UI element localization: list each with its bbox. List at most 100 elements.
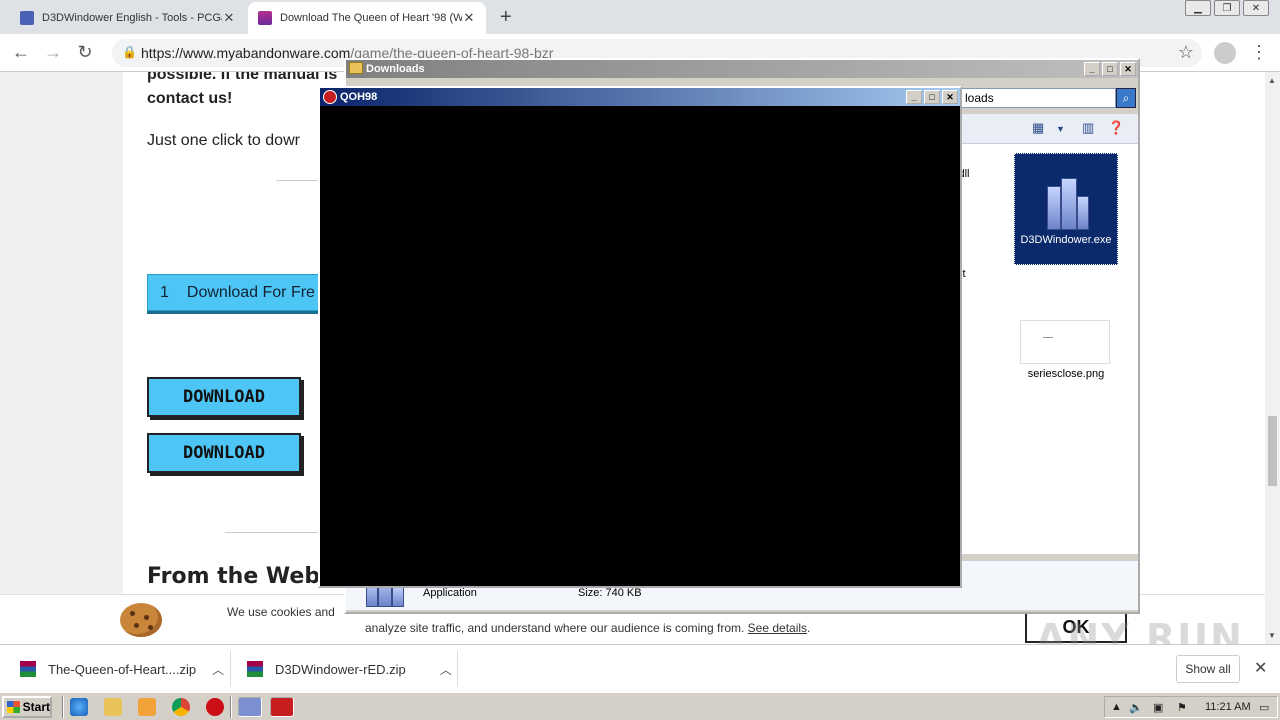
show-desktop-icon[interactable]: ▭ [1259,701,1269,714]
new-tab-button[interactable]: + [500,6,512,29]
one-click-text: Just one click to dowr [147,132,300,149]
back-arrow-icon[interactable]: ← [10,42,32,63]
minimize-button[interactable]: ▁ [1185,0,1211,16]
volume-icon[interactable]: 🔈 [1129,701,1143,714]
file-name: t [962,268,966,280]
tab-title: Download The Queen of Heart '98 (W [280,12,462,24]
download-item-queen-of-heart-zip[interactable]: The-Queen-of-Heart....zip ︿ [20,645,224,693]
action-center-flag-icon[interactable]: ⚑ [1177,701,1187,714]
cookie-icon [120,603,162,637]
internet-explorer-icon[interactable] [70,698,88,716]
close-button[interactable]: ✕ [942,90,958,104]
cookie-text: We use cookies and [227,605,335,619]
file-item-d3dwindower-exe[interactable]: D3DWindower.exe [1014,153,1118,265]
close-button[interactable]: ✕ [1120,62,1136,76]
search-icon[interactable]: ⌕ [1116,88,1136,108]
tray-expand-icon[interactable]: ▲ [1111,701,1122,713]
winrar-archive-icon [247,661,263,677]
chrome-icon[interactable] [172,698,190,716]
chevron-down-icon[interactable]: ▼ [1056,124,1065,134]
close-window-button[interactable]: ✕ [1243,0,1269,16]
forward-arrow-icon[interactable]: → [42,42,64,63]
file-name: seriesclose.png [1027,368,1105,380]
explorer-window-controls: _ □ ✕ [1082,62,1136,76]
system-tray: ▲ 🔈 ▣ ⚑ 11:21 AM ▭ [1104,696,1278,718]
game-titlebar[interactable]: QOH98 _ □ ✕ [320,88,960,106]
media-player-icon[interactable] [138,698,156,716]
step-number: 1 [160,283,169,301]
download-filename: D3DWindower-rED.zip [275,661,406,677]
chevron-up-icon[interactable]: ︿ [212,661,224,678]
show-all-button[interactable]: Show all [1176,655,1240,683]
network-icon[interactable]: ▣ [1153,701,1163,714]
page-scrollbar[interactable]: ▲ ▼ [1265,72,1280,644]
chevron-up-icon[interactable]: ︿ [440,661,452,678]
tab-queen-of-heart[interactable]: Download The Queen of Heart '98 (W ✕ [248,2,486,34]
download-item-d3dwindower-zip[interactable]: D3DWindower-rED.zip ︿ [247,645,452,693]
search-input[interactable]: loads [960,88,1116,108]
menu-kebab-icon[interactable]: ⋮ [1248,42,1270,63]
url-host: https://www.myabandonware.com [141,45,351,61]
maximize-button[interactable]: □ [924,90,940,104]
manual-text: possible. If the manual is [147,72,338,83]
preview-pane-icon[interactable]: ▥ [1082,120,1094,136]
help-icon[interactable]: ❓ [1108,120,1124,136]
tab-title: D3DWindower English - Tools - PCGa [42,12,222,24]
windows-logo-icon [7,701,20,713]
explorer-task-icon[interactable] [238,697,262,717]
start-button[interactable]: Start [2,696,52,718]
winrar-archive-icon [20,661,36,677]
divider [457,651,458,687]
application-icon [1041,174,1091,230]
scroll-down-icon[interactable]: ▼ [1268,631,1276,640]
download-for-free-label: Download For Fre [186,283,315,301]
tab-strip: D3DWindower English - Tools - PCGa ✕ Dow… [0,0,1280,34]
pcgamingwiki-favicon-icon [20,11,34,25]
folder-icon[interactable] [104,698,122,716]
image-thumbnail-icon [1020,320,1110,364]
file-name: D3DWindower.exe [1020,234,1112,246]
download-button-1[interactable]: DOWNLOAD [147,377,301,417]
lock-icon: 🔒 [122,45,137,59]
restore-button[interactable]: ❐ [1214,0,1240,16]
minimize-button[interactable]: _ [1084,62,1100,76]
download-button-2[interactable]: DOWNLOAD [147,433,301,473]
download-filename: The-Queen-of-Heart....zip [48,661,197,677]
download-for-free-button[interactable]: 1 Download For Fre [147,274,327,311]
scroll-thumb[interactable] [1268,416,1277,486]
from-the-web-heading: From the Web [147,564,321,589]
close-icon[interactable]: ✕ [1254,658,1267,678]
explorer-title: Downloads [366,63,425,75]
close-icon[interactable]: ✕ [222,10,236,26]
divider [62,696,64,718]
game-canvas[interactable] [320,106,960,586]
details-type: Application [423,587,477,599]
myabandonware-favicon-icon [258,11,272,25]
cookie-text-2: analyze site traffic, and understand whe… [365,621,811,635]
qoh98-task-icon[interactable] [270,697,294,717]
start-label: Start [22,700,50,714]
folder-icon [349,62,363,74]
opera-icon[interactable] [206,698,224,716]
maximize-button[interactable]: □ [1102,62,1118,76]
taskbar: Start ▲ 🔈 ▣ ⚑ 11:21 AM ▭ [0,692,1280,720]
downloads-bar: The-Queen-of-Heart....zip ︿ D3DWindower-… [0,644,1280,692]
minimize-button[interactable]: _ [906,90,922,104]
explorer-titlebar[interactable]: Downloads _ □ ✕ [346,60,1138,78]
divider [230,651,231,687]
game-title: QOH98 [340,91,378,103]
divider [225,532,325,533]
contact-us-text: contact us! [147,90,233,107]
profile-avatar-icon[interactable] [1214,42,1236,64]
clock[interactable]: 11:21 AM [1205,701,1251,713]
scroll-up-icon[interactable]: ▲ [1268,76,1276,85]
tab-d3dwindower[interactable]: D3DWindower English - Tools - PCGa ✕ [10,2,246,34]
bookmark-star-icon[interactable]: ☆ [1175,42,1197,63]
see-details-link[interactable]: See details [748,621,807,635]
file-item-seriesclose-png[interactable]: seriesclose.png [1014,316,1118,380]
queen-of-hearts-app-icon [323,90,337,104]
view-options-icon[interactable]: ▦ [1032,120,1044,136]
reload-icon[interactable]: ↻ [74,42,96,63]
close-icon[interactable]: ✕ [462,10,476,26]
qoh98-game-window[interactable]: QOH98 _ □ ✕ [318,86,962,588]
